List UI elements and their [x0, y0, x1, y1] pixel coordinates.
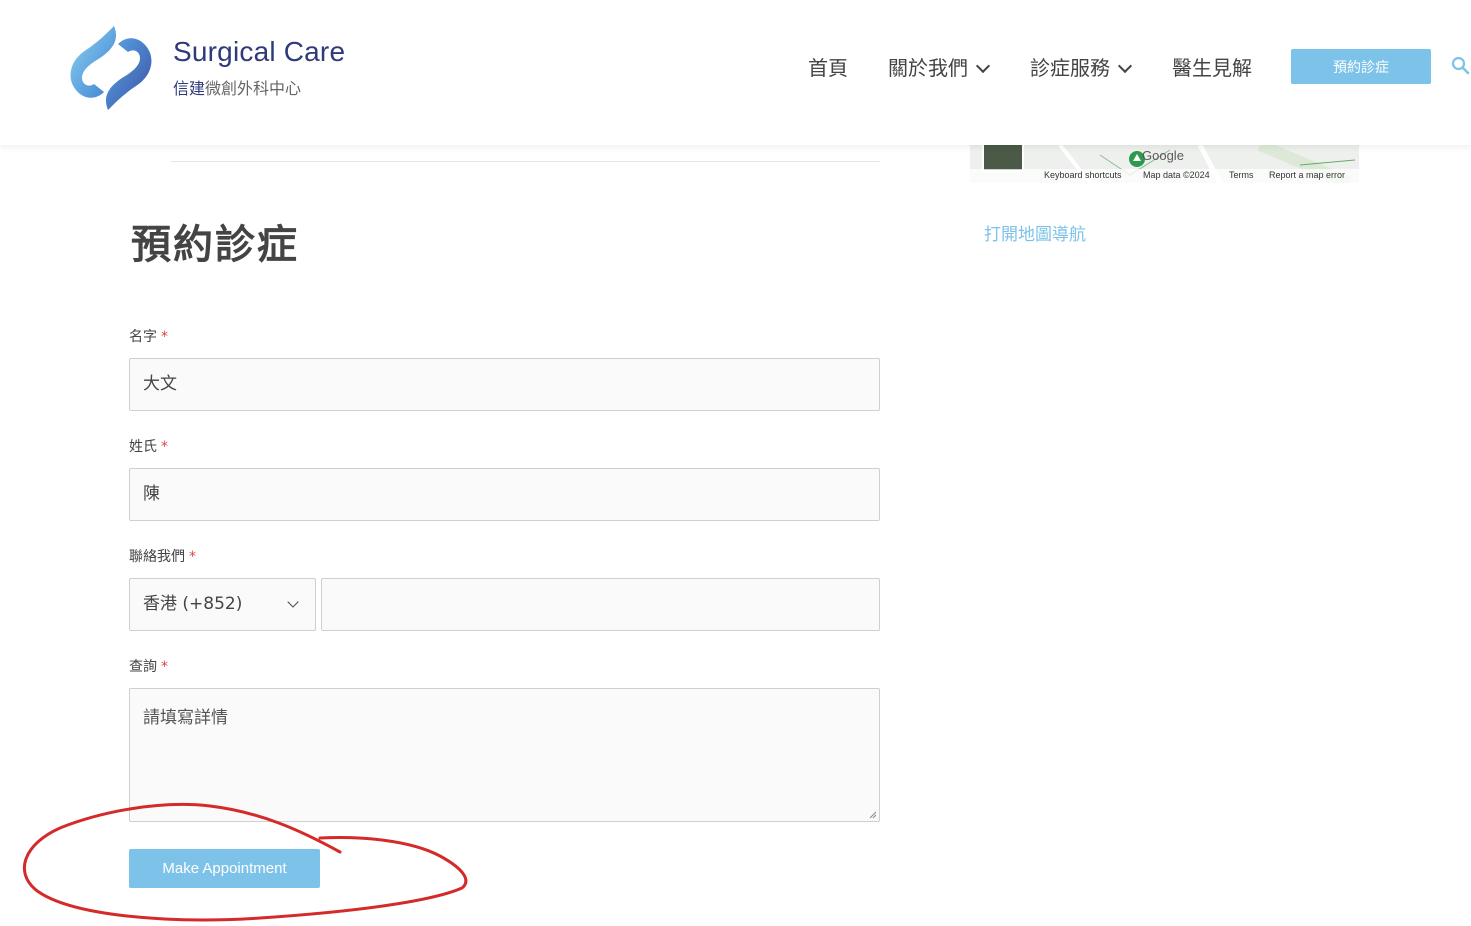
nav-services[interactable]: 診症服務	[1030, 52, 1133, 81]
last-name-input[interactable]: 陳	[129, 468, 880, 521]
chevron-down-icon	[1117, 58, 1133, 74]
brand-subtitle: 信建微創外科中心	[173, 75, 301, 99]
map-data-text: Map data ©2024	[1143, 170, 1210, 180]
last-name-label-text: 姓氏	[129, 439, 157, 455]
required-asterisk: *	[161, 659, 168, 675]
first-name-label: 名字 *	[129, 326, 168, 346]
google-logo: Google	[1142, 148, 1184, 163]
inquiry-label: 查詢 *	[129, 656, 168, 676]
search-icon[interactable]	[1451, 56, 1471, 76]
nav-doctor-insights-label: 醫生見解	[1172, 56, 1252, 80]
keyboard-shortcuts-link[interactable]: Keyboard shortcuts	[1044, 170, 1122, 180]
last-name-label: 姓氏 *	[129, 436, 168, 456]
contact-label-text: 聯絡我們	[129, 549, 185, 565]
nav-home[interactable]: 首頁	[808, 52, 848, 81]
contact-label: 聯絡我們 *	[129, 546, 196, 566]
first-name-label-text: 名字	[129, 329, 157, 345]
nav-doctor-insights[interactable]: 醫生見解	[1172, 52, 1252, 81]
required-asterisk: *	[161, 329, 168, 345]
book-appointment-button[interactable]: 預約診症	[1291, 49, 1431, 84]
brand-subtitle-rest: 微創外科中心	[205, 79, 302, 98]
required-asterisk: *	[161, 439, 168, 455]
content-divider	[171, 161, 880, 162]
country-code-select[interactable]: 香港 (+852)	[129, 578, 316, 631]
embedded-map[interactable]: Google Keyboard shortcuts Map data ©2024…	[970, 145, 1359, 183]
inquiry-label-text: 查詢	[129, 659, 157, 675]
map-attribution-bar: Keyboard shortcuts Map data ©2024 Terms …	[970, 169, 1359, 183]
chevron-down-icon	[287, 596, 299, 608]
inquiry-textarea[interactable]: 請填寫詳情	[129, 688, 880, 822]
open-map-navigation-link[interactable]: 打開地圖導航	[984, 220, 1086, 245]
required-asterisk: *	[189, 549, 196, 565]
report-map-error-link[interactable]: Report a map error	[1269, 170, 1345, 180]
first-name-input[interactable]: 大文	[129, 358, 880, 411]
inquiry-placeholder: 請填寫詳情	[143, 708, 228, 728]
surgical-care-logo-icon[interactable]	[64, 22, 156, 114]
make-appointment-button[interactable]: Make Appointment	[129, 849, 320, 888]
terms-link[interactable]: Terms	[1229, 170, 1254, 180]
phone-number-input[interactable]	[321, 578, 880, 631]
country-code-value: 香港 (+852)	[143, 594, 243, 614]
brand-subtitle-accent: 信建	[173, 79, 206, 98]
nav-about-us-label: 關於我們	[888, 56, 968, 80]
nav-about-us[interactable]: 關於我們	[888, 52, 991, 81]
site-header: Surgical Care 信建微創外科中心 首頁 關於我們 診症服務 醫生見解…	[0, 0, 1471, 145]
page-title: 預約診症	[131, 222, 299, 268]
nav-services-label: 診症服務	[1030, 56, 1110, 80]
brand-title[interactable]: Surgical Care	[173, 36, 345, 68]
resize-handle-icon[interactable]	[869, 811, 877, 819]
satellite-toggle-thumbnail[interactable]	[982, 145, 1024, 172]
nav-home-label: 首頁	[808, 56, 848, 80]
chevron-down-icon	[975, 58, 991, 74]
